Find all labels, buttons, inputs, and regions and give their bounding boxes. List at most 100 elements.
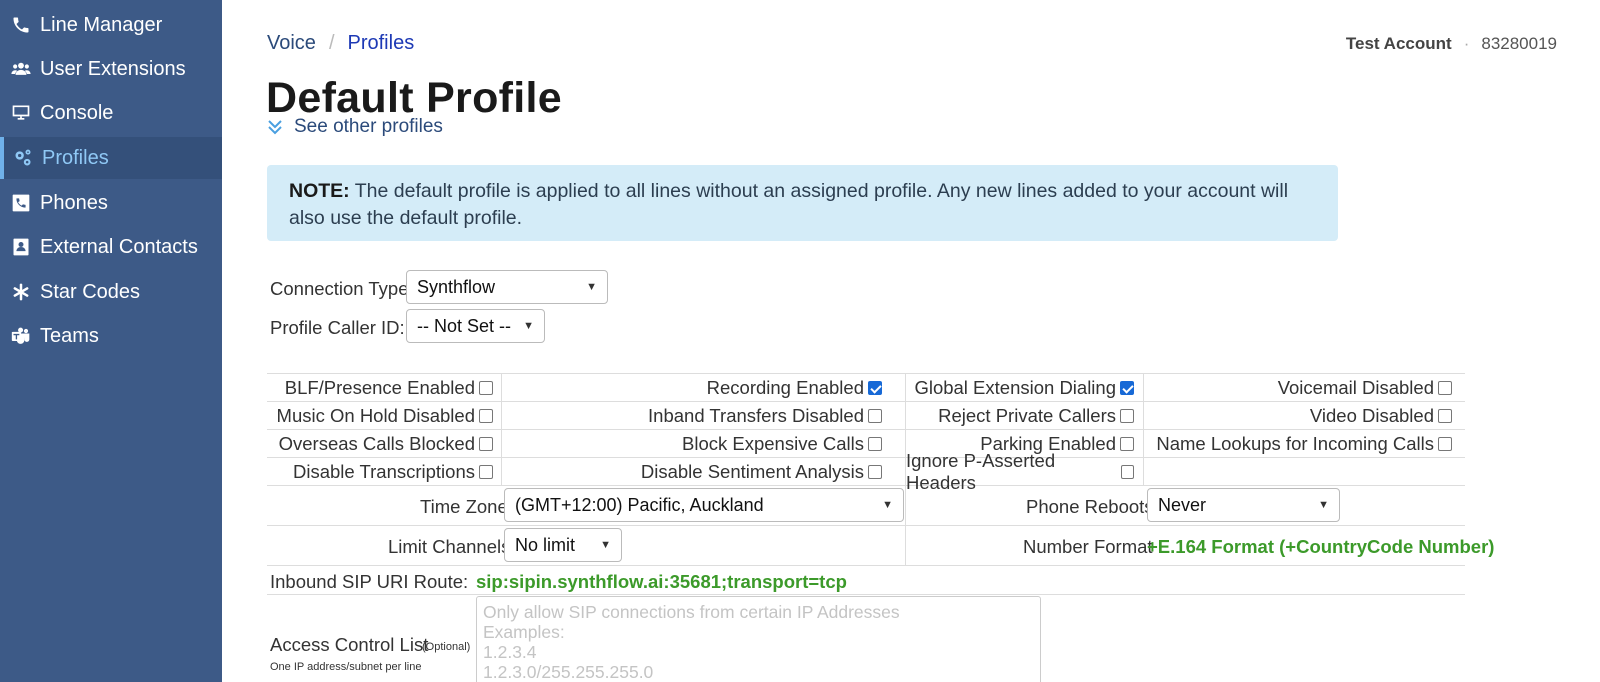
grid-divider bbox=[267, 594, 1465, 595]
option-block-expensive-calls: Block Expensive Calls bbox=[502, 430, 882, 458]
option-music-on-hold: Music On Hold Disabled bbox=[267, 402, 493, 430]
sidebar-item-console[interactable]: Console bbox=[0, 92, 222, 134]
account-name[interactable]: Test Account bbox=[1346, 34, 1452, 54]
breadcrumb-voice-link[interactable]: Voice bbox=[267, 32, 316, 55]
option-label: Overseas Calls Blocked bbox=[278, 433, 475, 454]
option-label: Global Extension Dialing bbox=[914, 377, 1116, 398]
connection-type-label: Connection Type: bbox=[270, 278, 414, 299]
breadcrumb-separator: / bbox=[328, 32, 335, 54]
ignore-p-asserted-checkbox[interactable] bbox=[1120, 465, 1134, 479]
video-disabled-checkbox[interactable] bbox=[1438, 409, 1452, 423]
sidebar-item-label: User Extensions bbox=[40, 57, 186, 80]
option-overseas-calls: Overseas Calls Blocked bbox=[267, 430, 493, 458]
monitor-icon bbox=[10, 102, 32, 124]
sidebar-item-teams[interactable]: Teams bbox=[0, 315, 222, 357]
sidebar-item-user-extensions[interactable]: User Extensions bbox=[0, 48, 222, 90]
option-label: Disable Transcriptions bbox=[293, 461, 475, 482]
breadcrumb-profiles-link[interactable]: Profiles bbox=[348, 32, 415, 55]
sidebar-item-label: Line Manager bbox=[40, 13, 163, 36]
sidebar-item-star-codes[interactable]: Star Codes bbox=[0, 271, 222, 313]
number-format-value: +E.164 Format (+CountryCode Number) bbox=[1147, 536, 1495, 557]
chevron-down-icon: ▼ bbox=[586, 281, 597, 293]
option-label: Music On Hold Disabled bbox=[276, 405, 475, 426]
address-book-icon bbox=[10, 236, 32, 258]
breadcrumb: Voice / Profiles bbox=[267, 32, 414, 55]
sidebar-item-label: Star Codes bbox=[40, 280, 141, 303]
sidebar-item-label: Console bbox=[40, 101, 114, 124]
option-ignore-p-asserted: Ignore P-Asserted Headers bbox=[906, 450, 1134, 493]
see-other-profiles-label: See other profiles bbox=[294, 116, 443, 137]
account-info: Test Account · 83280019 bbox=[1346, 34, 1557, 54]
grid-divider bbox=[267, 565, 1465, 566]
teams-icon bbox=[10, 325, 32, 347]
sidebar-item-external-contacts[interactable]: External Contacts bbox=[0, 226, 222, 268]
option-recording-enabled: Recording Enabled bbox=[502, 374, 882, 402]
limit-channels-label: Limit Channels bbox=[388, 536, 511, 557]
blf-presence-checkbox[interactable] bbox=[479, 381, 493, 395]
double-chevron-down-icon bbox=[266, 118, 284, 136]
account-separator: · bbox=[1463, 34, 1470, 53]
voicemail-disabled-checkbox[interactable] bbox=[1438, 381, 1452, 395]
option-global-extension-dialing: Global Extension Dialing bbox=[906, 374, 1134, 402]
sidebar-item-phones[interactable]: Phones bbox=[0, 182, 222, 224]
chevron-down-icon: ▼ bbox=[1318, 499, 1329, 511]
option-label: BLF/Presence Enabled bbox=[284, 377, 475, 398]
sidebar-item-line-manager[interactable]: Line Manager bbox=[0, 4, 222, 46]
inband-transfers-checkbox[interactable] bbox=[868, 409, 882, 423]
global-extension-dialing-checkbox[interactable] bbox=[1120, 381, 1134, 395]
chevron-down-icon: ▼ bbox=[600, 539, 611, 551]
option-disable-sentiment: Disable Sentiment Analysis bbox=[502, 458, 882, 486]
phone-reboots-label: Phone Reboots bbox=[1026, 496, 1154, 517]
block-expensive-calls-checkbox[interactable] bbox=[868, 437, 882, 451]
chevron-down-icon: ▼ bbox=[882, 499, 893, 511]
phone-reboots-select[interactable]: Never ▼ bbox=[1147, 488, 1340, 522]
option-label: Block Expensive Calls bbox=[682, 433, 864, 454]
option-video-disabled: Video Disabled bbox=[1144, 402, 1452, 430]
acl-textarea[interactable]: Only allow SIP connections from certain … bbox=[476, 596, 1041, 682]
acl-hint: One IP address/subnet per line bbox=[270, 661, 422, 673]
disable-transcriptions-checkbox[interactable] bbox=[479, 465, 493, 479]
option-label: Disable Sentiment Analysis bbox=[640, 461, 864, 482]
option-label: Inband Transfers Disabled bbox=[648, 405, 864, 426]
limit-channels-value: No limit bbox=[515, 534, 576, 555]
limit-channels-select[interactable]: No limit ▼ bbox=[504, 528, 622, 562]
note-text: The default profile is applied to all li… bbox=[289, 180, 1289, 229]
parking-enabled-checkbox[interactable] bbox=[1120, 437, 1134, 451]
music-on-hold-checkbox[interactable] bbox=[479, 409, 493, 423]
overseas-calls-checkbox[interactable] bbox=[479, 437, 493, 451]
reject-private-callers-checkbox[interactable] bbox=[1120, 409, 1134, 423]
option-label: Recording Enabled bbox=[706, 377, 864, 398]
sidebar: Line Manager User Extensions Console Pro… bbox=[0, 0, 222, 682]
option-disable-transcriptions: Disable Transcriptions bbox=[267, 458, 493, 486]
option-name-lookups: Name Lookups for Incoming Calls bbox=[1144, 430, 1452, 458]
connection-type-select[interactable]: Synthflow ▼ bbox=[406, 270, 608, 304]
option-label: Reject Private Callers bbox=[938, 405, 1116, 426]
sidebar-item-label: External Contacts bbox=[40, 235, 198, 258]
option-blf-presence: BLF/Presence Enabled bbox=[267, 374, 493, 402]
sidebar-item-label: Profiles bbox=[42, 146, 109, 169]
disable-sentiment-checkbox[interactable] bbox=[868, 465, 882, 479]
phone-reboots-value: Never bbox=[1158, 494, 1207, 515]
recording-enabled-checkbox[interactable] bbox=[868, 381, 882, 395]
option-label: Name Lookups for Incoming Calls bbox=[1156, 433, 1434, 454]
caller-id-value: -- Not Set -- bbox=[417, 315, 512, 336]
option-inband-transfers: Inband Transfers Disabled bbox=[502, 402, 882, 430]
sip-route-label: Inbound SIP URI Route: bbox=[270, 571, 469, 592]
users-icon bbox=[10, 58, 32, 80]
see-other-profiles-link[interactable]: See other profiles bbox=[266, 116, 443, 138]
account-id: 83280019 bbox=[1481, 34, 1557, 53]
option-label: Voicemail Disabled bbox=[1277, 377, 1434, 398]
time-zone-select[interactable]: (GMT+12:00) Pacific, Auckland ▼ bbox=[504, 488, 904, 522]
sidebar-item-label: Phones bbox=[40, 191, 108, 214]
caller-id-select[interactable]: -- Not Set -- ▼ bbox=[406, 309, 545, 343]
acl-label: Access Control List bbox=[270, 634, 429, 655]
asterisk-icon bbox=[10, 281, 32, 303]
option-label: Ignore P-Asserted Headers bbox=[906, 450, 1056, 493]
note-label: NOTE: bbox=[289, 180, 350, 202]
note-banner: NOTE: The default profile is applied to … bbox=[267, 165, 1338, 241]
sidebar-item-profiles[interactable]: Profiles bbox=[0, 137, 222, 179]
name-lookups-checkbox[interactable] bbox=[1438, 437, 1452, 451]
chevron-down-icon: ▼ bbox=[523, 320, 534, 332]
sip-route-value: sip:sipin.synthflow.ai:35681;transport=t… bbox=[476, 571, 847, 592]
connection-type-value: Synthflow bbox=[417, 276, 496, 297]
